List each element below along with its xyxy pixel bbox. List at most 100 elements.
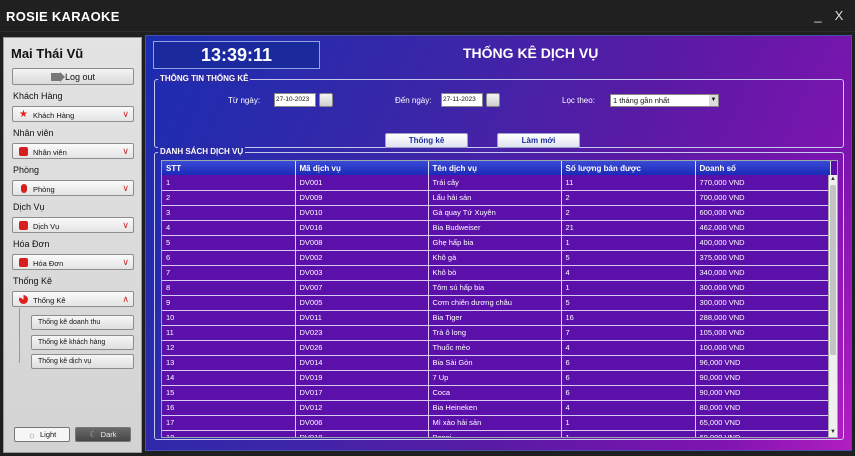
stt-cell: 11	[162, 325, 296, 341]
light-theme-label: Light	[39, 430, 57, 439]
service-code-cell: DV014	[295, 355, 429, 371]
section-label-customer: Khách Hàng	[13, 91, 63, 101]
table-row[interactable]: 18 DV018 Pepsi 1 60,000 VND	[162, 430, 831, 437]
revenue-cell: 462,000 VND	[695, 220, 831, 236]
service-name-cell: Khô gà	[428, 250, 562, 266]
quantity-cell: 16	[561, 310, 696, 326]
service-table: STT Mã dịch vụ Tên dịch vụ Số lượng bán …	[161, 160, 838, 438]
scroll-thumb[interactable]	[830, 185, 836, 355]
table-row[interactable]: 13 DV014 Bia Sài Gòn 6 96,000 VND	[162, 355, 831, 371]
table-row[interactable]: 2 DV009 Lẩu hải sản 2 700,000 VND	[162, 190, 831, 206]
table-row[interactable]: 6 DV002 Khô gà 5 375,000 VND	[162, 250, 831, 266]
quantity-cell: 7	[561, 325, 696, 341]
stt-cell: 9	[162, 295, 296, 311]
revenue-cell: 65,000 VND	[695, 415, 831, 431]
table-header-row: STT Mã dịch vụ Tên dịch vụ Số lượng bán …	[162, 161, 831, 175]
app-window: ROSIE KARAOKE _ X Mai Thái Vũ Log out Kh…	[0, 0, 855, 456]
service-code-cell: DV005	[295, 295, 429, 311]
table-row[interactable]: 14 DV019 7 Up 6 90,000 VND	[162, 370, 831, 386]
service-name-cell: Lẩu hải sản	[428, 190, 562, 206]
from-date-picker-button[interactable]	[319, 93, 333, 107]
stt-cell: 10	[162, 310, 296, 326]
tree-connector	[19, 308, 20, 363]
service-code-cell: DV012	[295, 400, 429, 416]
stt-cell: 16	[162, 400, 296, 416]
stt-cell: 3	[162, 205, 296, 221]
quantity-cell: 4	[561, 265, 696, 281]
table-row[interactable]: 3 DV010 Gà quay Tứ Xuyên 2 600,000 VND	[162, 205, 831, 221]
column-header-service-name[interactable]: Tên dịch vụ	[428, 161, 562, 175]
revenue-cell: 60,000 VND	[695, 430, 831, 437]
light-theme-button[interactable]: ☼ Light	[14, 427, 70, 442]
service-name-cell: 7 Up	[428, 370, 562, 386]
customer-combo[interactable]: ★ Khách Hàng ∨	[12, 106, 134, 122]
employee-combo[interactable]: Nhân viên ∨	[12, 143, 134, 159]
column-header-revenue[interactable]: Doanh số	[695, 161, 831, 175]
section-label-statistics: Thống Kê	[13, 276, 53, 286]
sub-item-service-stats[interactable]: Thống kê dịch vụ	[31, 354, 134, 369]
stt-cell: 5	[162, 235, 296, 251]
table-row[interactable]: 5 DV008 Ghẹ hấp bia 1 400,000 VND	[162, 235, 831, 251]
scroll-down-icon[interactable]: ▼	[829, 428, 837, 437]
table-row[interactable]: 16 DV012 Bia Heineken 4 80,000 VND	[162, 400, 831, 416]
table-row[interactable]: 8 DV007 Tôm sú hấp bia 1 300,000 VND	[162, 280, 831, 296]
filter-group: THÔNG TIN THỐNG KÊ Từ ngày: 27-10-2023 Đ…	[154, 74, 844, 148]
room-combo[interactable]: Phòng ∨	[12, 180, 134, 196]
service-name-cell: Khô bò	[428, 265, 562, 281]
table-row[interactable]: 17 DV006 Mì xào hải sản 1 65,000 VND	[162, 415, 831, 431]
table-row[interactable]: 10 DV011 Bia Tiger 16 288,000 VND	[162, 310, 831, 326]
sub-item-revenue-stats[interactable]: Thống kê doanh thu	[31, 315, 134, 330]
stt-cell: 15	[162, 385, 296, 401]
quantity-cell: 1	[561, 415, 696, 431]
statistics-combo[interactable]: Thống Kê ∧	[12, 291, 134, 307]
quantity-cell: 21	[561, 220, 696, 236]
revenue-cell: 700,000 VND	[695, 190, 831, 206]
invoice-combo[interactable]: Hóa Đơn ∨	[12, 254, 134, 270]
sub-item-customer-stats[interactable]: Thống kê khách hàng	[31, 335, 134, 350]
chevron-down-icon: ∨	[122, 183, 129, 193]
column-header-stt[interactable]: STT	[162, 161, 296, 175]
from-date-input[interactable]: 27-10-2023	[274, 93, 316, 107]
refresh-button[interactable]: Làm mới	[497, 133, 580, 148]
filter-label: Lọc theo:	[562, 96, 595, 105]
filter-group-title: THÔNG TIN THỐNG KÊ	[158, 74, 251, 83]
chevron-down-icon: ∨	[122, 109, 129, 119]
stt-cell: 6	[162, 250, 296, 266]
dark-theme-button[interactable]: ☾ Dark	[75, 427, 131, 442]
service-combo[interactable]: Dịch Vụ ∨	[12, 217, 134, 233]
to-date-input[interactable]: 27-11-2023	[441, 93, 483, 107]
service-code-cell: DV019	[295, 370, 429, 386]
room-icon	[21, 184, 27, 193]
to-date-label: Đến ngày:	[395, 96, 432, 105]
moon-icon: ☾	[89, 430, 97, 439]
close-button[interactable]: X	[829, 8, 849, 24]
logout-button[interactable]: Log out	[12, 68, 134, 85]
column-header-quantity-sold[interactable]: Số lượng bán được	[561, 161, 696, 175]
table-row[interactable]: 11 DV023 Trà ô long 7 105,000 VND	[162, 325, 831, 341]
minimize-button[interactable]: _	[808, 8, 828, 24]
table-row[interactable]: 9 DV005 Cơm chiên dương châu 5 300,000 VND	[162, 295, 831, 311]
service-code-cell: DV009	[295, 190, 429, 206]
service-code-cell: DV018	[295, 430, 429, 437]
table-row[interactable]: 7 DV003 Khô bò 4 340,000 VND	[162, 265, 831, 281]
statistics-button[interactable]: Thống kê	[385, 133, 468, 148]
from-date-label: Từ ngày:	[228, 96, 261, 105]
service-code-cell: DV023	[295, 325, 429, 341]
section-label-employee: Nhân viên	[13, 128, 54, 138]
revenue-cell: 90,000 VND	[695, 385, 831, 401]
column-header-service-code[interactable]: Mã dịch vụ	[295, 161, 429, 175]
chevron-down-icon: ∨	[122, 146, 129, 156]
table-scrollbar[interactable]: ▲ ▼	[828, 175, 837, 437]
quantity-cell: 6	[561, 355, 696, 371]
table-row[interactable]: 15 DV017 Coca 6 90,000 VND	[162, 385, 831, 401]
table-row[interactable]: 1 DV001 Trái cây 11 770,000 VND	[162, 175, 831, 191]
invoice-icon	[19, 258, 28, 267]
service-code-cell: DV007	[295, 280, 429, 296]
filter-select[interactable]: 1 tháng gần nhất ▼	[610, 94, 719, 107]
to-date-picker-button[interactable]	[486, 93, 500, 107]
table-row[interactable]: 12 DV026 Thuốc mèo 4 100,000 VND	[162, 340, 831, 356]
employee-icon	[19, 147, 28, 156]
main-panel: 13:39:11 THỐNG KÊ DỊCH VỤ THÔNG TIN THỐN…	[145, 35, 852, 451]
scroll-up-icon[interactable]: ▲	[829, 175, 837, 184]
table-row[interactable]: 4 DV016 Bia Budweiser 21 462,000 VND	[162, 220, 831, 236]
